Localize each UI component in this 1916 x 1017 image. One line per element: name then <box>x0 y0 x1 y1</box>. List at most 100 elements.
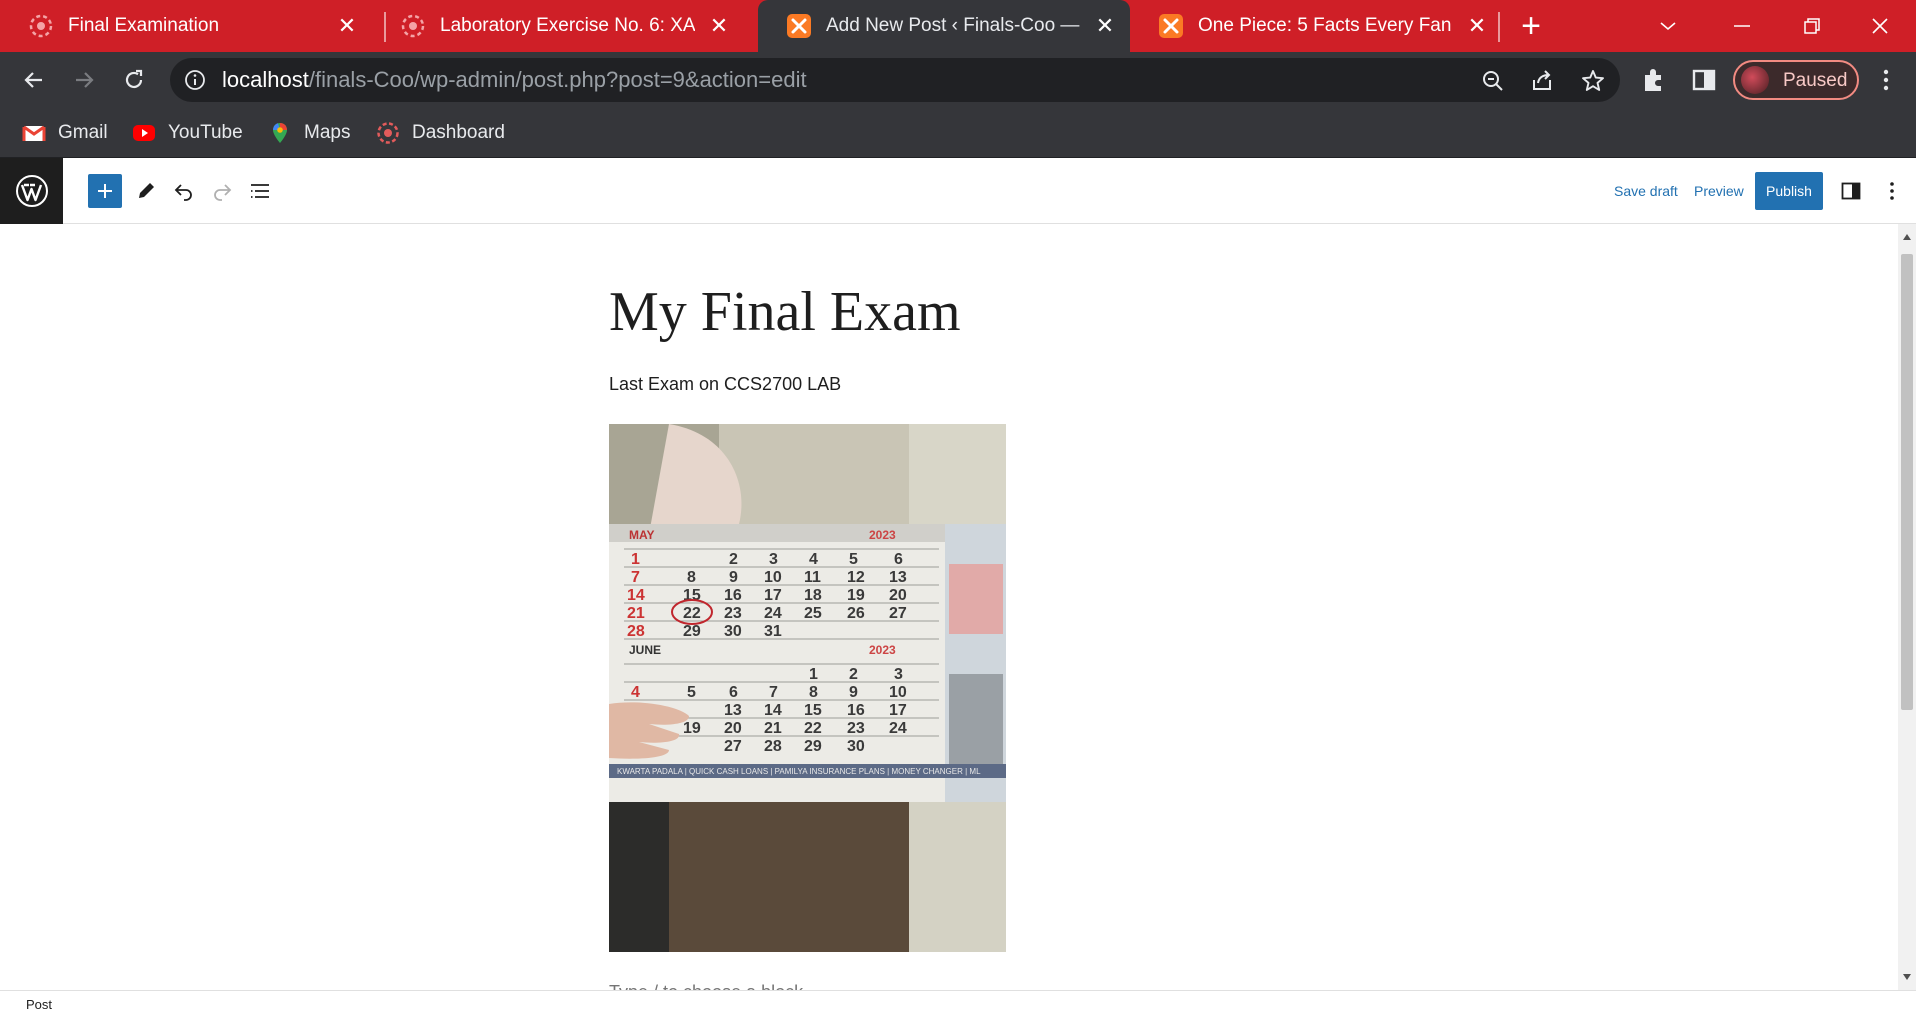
close-icon[interactable]: ✕ <box>706 13 732 39</box>
tab-title: Final Examination <box>68 15 220 36</box>
svg-text:12: 12 <box>847 569 865 586</box>
svg-text:11: 11 <box>804 569 821 586</box>
svg-text:6: 6 <box>729 684 738 701</box>
back-arrow-icon[interactable] <box>18 64 50 96</box>
svg-text:14: 14 <box>764 702 782 719</box>
preview-button[interactable]: Preview <box>1694 182 1744 200</box>
zoom-icon[interactable] <box>1480 68 1506 94</box>
add-block-button[interactable] <box>88 174 122 208</box>
svg-text:21: 21 <box>764 720 782 737</box>
post-title[interactable]: My Final Exam <box>609 280 961 344</box>
scroll-up-arrow-icon[interactable] <box>1902 232 1912 242</box>
url-text: localhost/finals-Coo/wp-admin/post.php?p… <box>222 67 807 92</box>
tab-title: One Piece: 5 Facts Every Fan Should Know <box>1198 15 1453 36</box>
svg-text:20: 20 <box>889 587 907 604</box>
close-window-icon[interactable] <box>1858 10 1902 42</box>
extensions-icon[interactable] <box>1638 64 1670 96</box>
svg-text:25: 25 <box>804 605 822 622</box>
svg-text:21: 21 <box>627 605 645 622</box>
maps-icon <box>273 123 287 143</box>
minimize-icon[interactable] <box>1720 10 1764 42</box>
svg-text:28: 28 <box>627 623 645 640</box>
svg-text:5: 5 <box>849 551 858 568</box>
bookmark-label: Maps <box>304 122 351 143</box>
options-vertical-icon[interactable] <box>1876 175 1908 207</box>
bookmark-youtube[interactable]: YouTube <box>132 118 243 148</box>
bookmark-label: Gmail <box>58 122 108 143</box>
scroll-down-arrow-icon[interactable] <box>1902 972 1912 982</box>
scroll-thumb[interactable] <box>1901 254 1913 710</box>
gmail-icon <box>22 125 46 141</box>
image-block[interactable]: MAY 2023 JUNE 2023 123456 7 8 9 10 11 12 13 14… <box>609 424 1006 952</box>
tab-add-new-post[interactable]: Add New Post ‹ Finals-Coo — WordPress ✕ <box>758 0 1130 52</box>
block-appender-placeholder[interactable]: Type / to choose a block <box>609 980 803 990</box>
svg-text:13: 13 <box>889 569 907 586</box>
svg-text:1: 1 <box>631 551 640 568</box>
document-overview-icon[interactable] <box>244 175 276 207</box>
svg-text:4: 4 <box>631 684 640 701</box>
svg-text:23: 23 <box>847 720 865 737</box>
undo-icon[interactable] <box>168 175 200 207</box>
close-icon[interactable]: ✕ <box>1092 13 1118 39</box>
svg-text:1: 1 <box>809 666 818 683</box>
bookmark-dashboard[interactable]: Dashboard <box>376 118 505 148</box>
svg-text:9: 9 <box>729 569 738 586</box>
side-panel-icon[interactable] <box>1688 64 1720 96</box>
bookmark-maps[interactable]: Maps <box>268 118 350 148</box>
save-draft-button[interactable]: Save draft <box>1614 182 1678 200</box>
svg-text:24: 24 <box>889 720 907 737</box>
tab-search-chevron-icon[interactable] <box>1646 10 1690 42</box>
tools-pencil-icon[interactable] <box>130 175 162 207</box>
tab-title: Laboratory Exercise No. 6: XAMPP <box>440 15 695 36</box>
wordpress-logo-icon[interactable] <box>0 158 63 224</box>
calendar-photo: MAY 2023 JUNE 2023 123456 7 8 9 10 11 12 13 14… <box>609 424 1006 952</box>
paragraph-block[interactable]: Last Exam on CCS2700 LAB <box>609 372 841 396</box>
svg-text:18: 18 <box>804 587 822 604</box>
svg-text:30: 30 <box>724 623 742 640</box>
bookmark-star-icon[interactable] <box>1580 68 1606 94</box>
close-icon[interactable]: ✕ <box>1464 13 1490 39</box>
tab-one-piece[interactable]: One Piece: 5 Facts Every Fan Should Know… <box>1130 0 1502 52</box>
svg-text:27: 27 <box>889 605 907 622</box>
svg-text:28: 28 <box>764 738 782 755</box>
publish-button[interactable]: Publish <box>1755 172 1823 210</box>
editor-canvas: My Final Exam Last Exam on CCS2700 LAB M… <box>0 224 1898 990</box>
tab-final-examination[interactable]: Final Examination ✕ <box>0 0 372 52</box>
svg-text:3: 3 <box>769 551 778 568</box>
svg-text:24: 24 <box>764 605 782 622</box>
restore-icon[interactable] <box>1790 10 1834 42</box>
reload-icon[interactable] <box>118 64 150 96</box>
share-icon[interactable] <box>1530 68 1556 94</box>
tab-separator <box>1498 12 1500 42</box>
svg-text:2023: 2023 <box>869 643 896 657</box>
profile-button[interactable]: Paused <box>1733 60 1859 100</box>
svg-text:10: 10 <box>764 569 782 586</box>
more-vertical-icon[interactable] <box>1870 64 1902 96</box>
editor-scrollbar[interactable] <box>1898 224 1916 990</box>
svg-text:KWARTA PADALA | QUICK CASH LOA: KWARTA PADALA | QUICK CASH LOANS | PAMIL… <box>617 767 981 776</box>
close-icon[interactable]: ✕ <box>334 13 360 39</box>
redo-icon[interactable] <box>206 175 238 207</box>
svg-text:4: 4 <box>809 551 818 568</box>
settings-sidebar-icon[interactable] <box>1835 175 1867 207</box>
avatar <box>1741 66 1769 94</box>
svg-text:22: 22 <box>683 605 701 622</box>
youtube-icon <box>133 125 155 141</box>
svg-text:23: 23 <box>724 605 742 622</box>
bookmark-gmail[interactable]: Gmail <box>22 118 108 148</box>
new-tab-button[interactable]: + <box>1516 9 1546 43</box>
site-info-icon[interactable] <box>184 69 206 91</box>
tab-laboratory-exercise[interactable]: Laboratory Exercise No. 6: XAMPP ✕ <box>372 0 744 52</box>
breadcrumb[interactable]: Post <box>26 997 52 1013</box>
svg-text:15: 15 <box>804 702 822 719</box>
browser-toolbar: localhost/finals-Coo/wp-admin/post.php?p… <box>0 52 1916 108</box>
ccs-logo-icon <box>29 14 53 38</box>
svg-text:JUNE: JUNE <box>629 643 661 657</box>
forward-arrow-icon[interactable] <box>68 64 100 96</box>
svg-text:17: 17 <box>889 702 907 719</box>
url-field[interactable]: localhost/finals-Coo/wp-admin/post.php?p… <box>170 58 1620 102</box>
ccs-logo-icon <box>377 122 399 144</box>
svg-text:30: 30 <box>847 738 865 755</box>
svg-text:20: 20 <box>724 720 742 737</box>
svg-text:7: 7 <box>631 569 640 586</box>
